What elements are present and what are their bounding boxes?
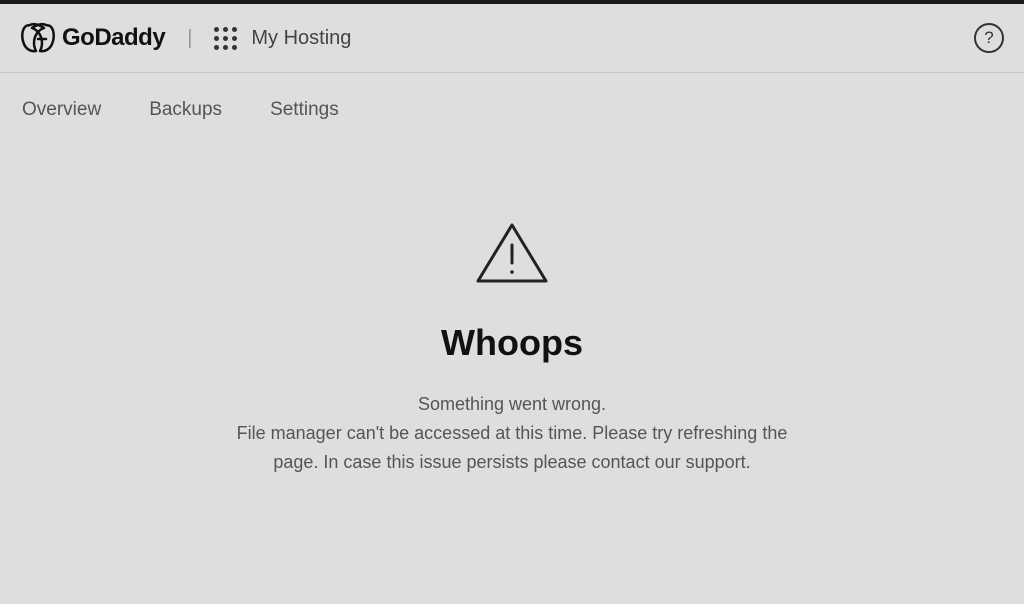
- header-divider: |: [187, 27, 192, 50]
- help-icon: ?: [984, 28, 993, 48]
- tab-bar: Overview Backups Settings: [0, 73, 1024, 141]
- error-message-line1: Something went wrong.: [418, 390, 606, 419]
- tab-settings[interactable]: Settings: [270, 99, 339, 121]
- help-button[interactable]: ?: [974, 23, 1004, 53]
- app-switcher[interactable]: My Hosting: [214, 27, 351, 50]
- warning-triangle-icon: [472, 219, 552, 294]
- header: GoDaddy | My Hosting ?: [0, 4, 1024, 73]
- tab-overview[interactable]: Overview: [22, 99, 101, 121]
- apps-grid-icon: [214, 27, 237, 50]
- tab-backups[interactable]: Backups: [149, 99, 222, 121]
- brand-logo[interactable]: GoDaddy: [20, 22, 165, 54]
- error-message-line3: page. In case this issue persists please…: [273, 448, 750, 477]
- error-panel: Whoops Something went wrong. File manage…: [0, 219, 1024, 476]
- godaddy-logo-icon: [20, 22, 56, 54]
- app-name: My Hosting: [251, 27, 351, 50]
- error-message-line2: File manager can't be accessed at this t…: [237, 419, 788, 448]
- error-title: Whoops: [441, 322, 583, 364]
- brand-name: GoDaddy: [62, 24, 165, 52]
